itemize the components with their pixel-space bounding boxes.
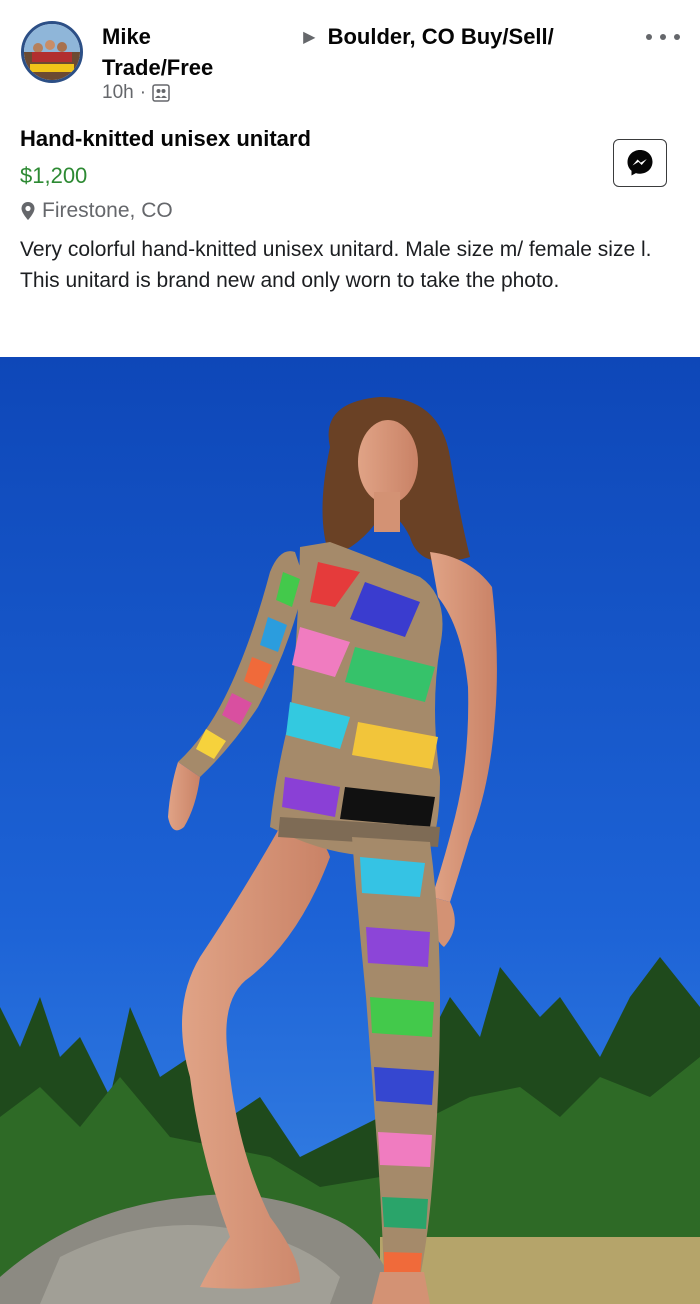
meta-separator: · xyxy=(139,82,147,103)
post-time[interactable]: 10h xyxy=(102,82,134,104)
marketplace-post: Mike ▶ Boulder, CO Buy/Sell/ Trade/Free … xyxy=(0,0,700,1304)
listing-title: Hand-knitted unisex unitard xyxy=(20,126,311,151)
photo-illustration xyxy=(0,357,700,1304)
post-meta: 10h · xyxy=(102,82,170,104)
group-name-continued[interactable]: Trade/Free xyxy=(102,55,213,80)
location-text[interactable]: Firestone, CO xyxy=(42,194,173,228)
location-pin-icon xyxy=(21,202,35,220)
more-options-icon[interactable] xyxy=(646,26,680,48)
listing-price: $1,200 xyxy=(20,163,88,188)
message-seller-button[interactable] xyxy=(613,139,667,187)
post-author-line: Mike ▶ Boulder, CO Buy/Sell/ Trade/Free xyxy=(102,22,622,83)
arrow-right-icon: ▶ xyxy=(303,29,316,46)
listing-details: Hand-knitted unisex unitard $1,200 Fires… xyxy=(20,122,680,296)
group-name[interactable]: Boulder, CO Buy/Sell/ xyxy=(328,24,554,49)
listing-photo[interactable] xyxy=(0,357,700,1304)
avatar-image xyxy=(24,24,80,80)
messenger-icon xyxy=(627,150,653,176)
post-header: Mike ▶ Boulder, CO Buy/Sell/ Trade/Free … xyxy=(0,0,700,120)
listing-description: Very colorful hand-knitted unisex unitar… xyxy=(20,238,652,292)
author-name[interactable]: Mike xyxy=(102,24,151,49)
group-privacy-icon xyxy=(152,84,170,102)
group-avatar[interactable] xyxy=(21,21,83,83)
listing-location: Firestone, CO xyxy=(20,194,680,228)
